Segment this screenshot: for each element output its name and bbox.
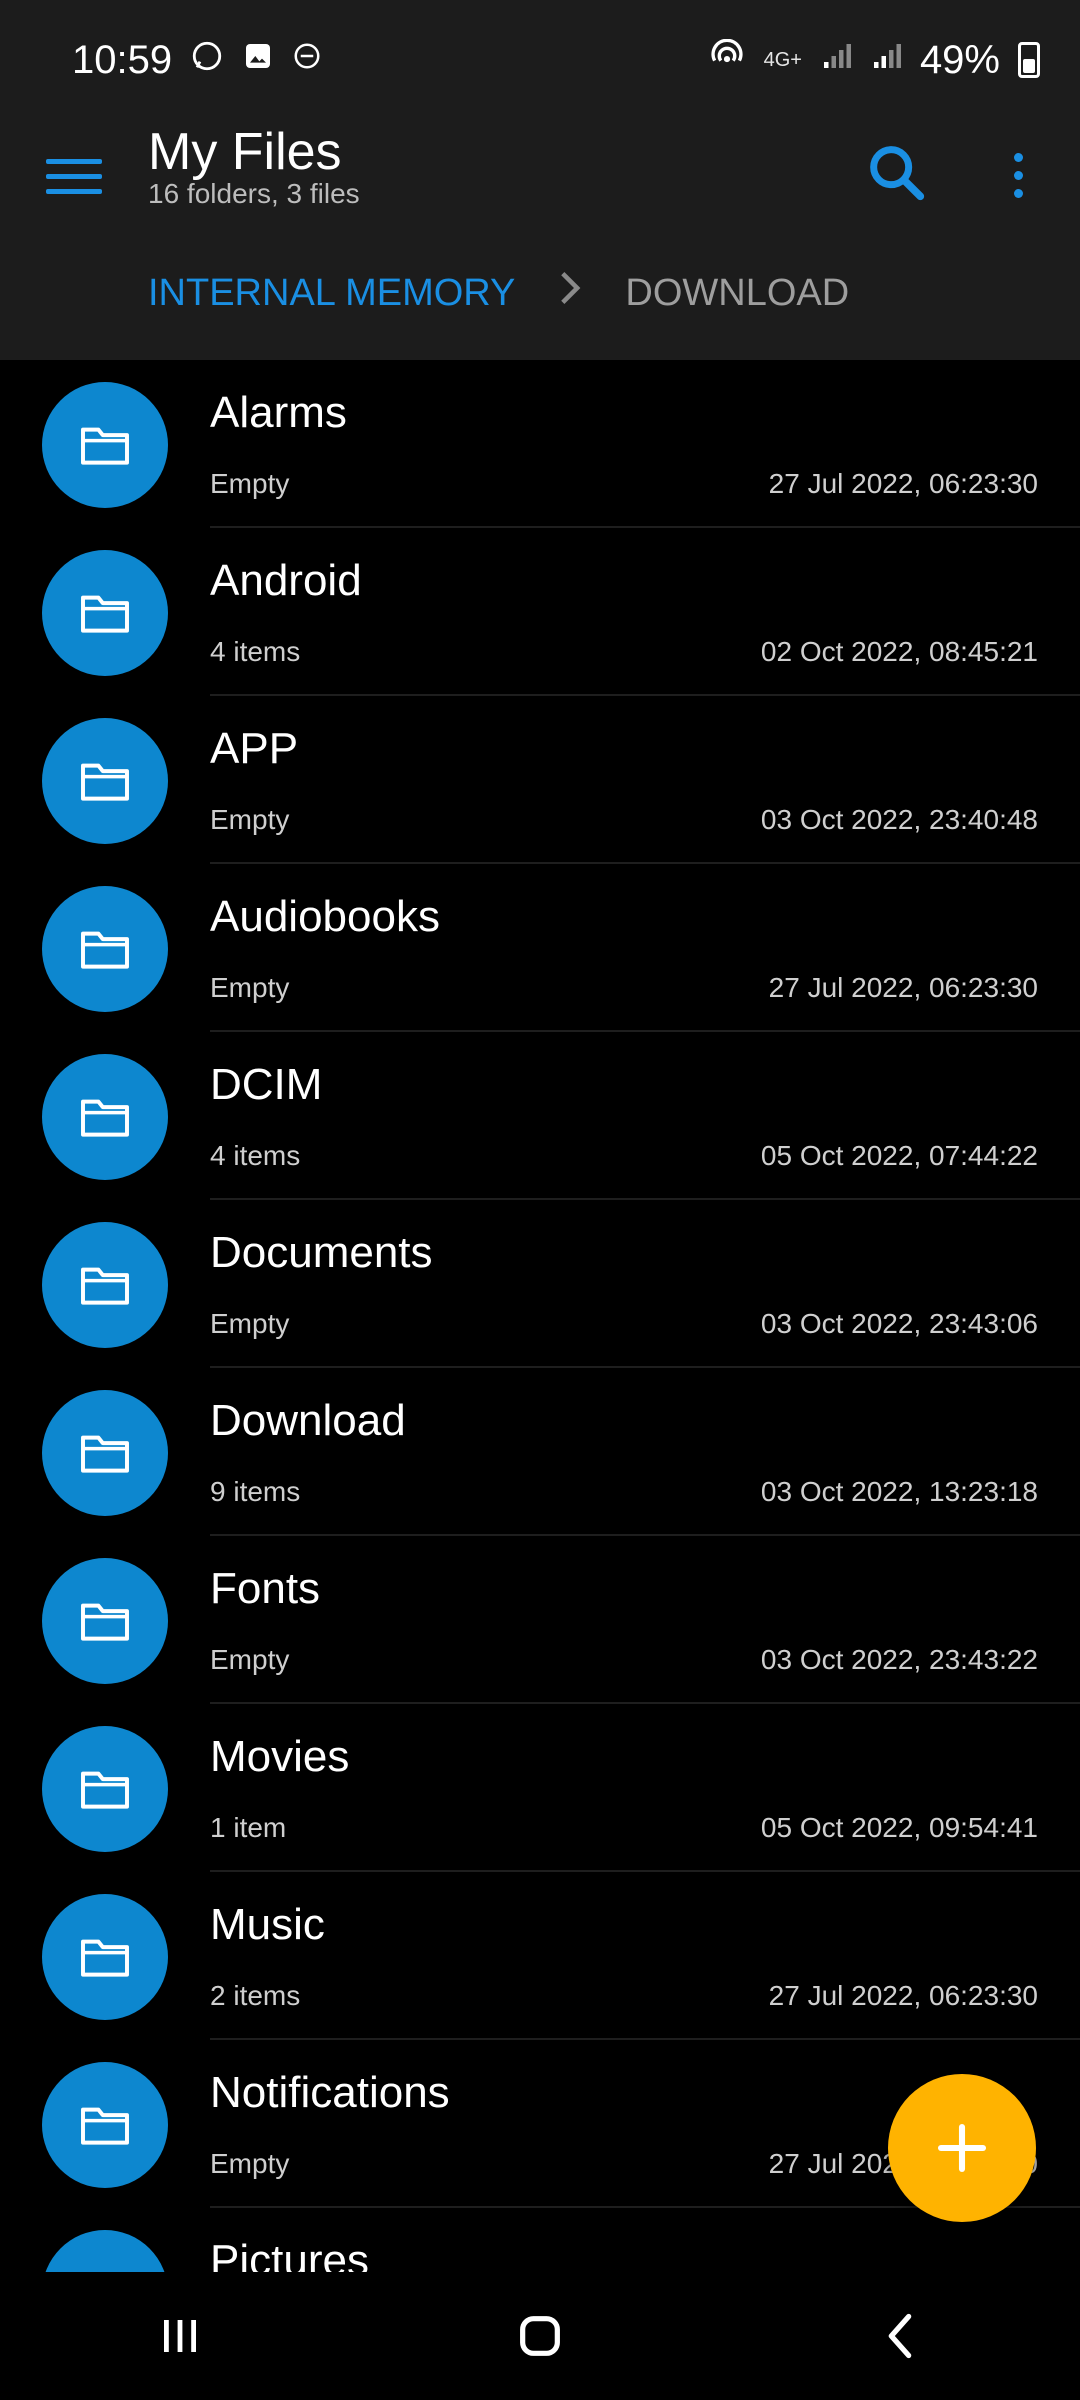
folder-item-count: 4 items: [210, 1140, 301, 1171]
folder-icon: [42, 1222, 168, 1348]
search-icon[interactable]: [862, 138, 932, 208]
folder-name: Pictures: [210, 2236, 369, 2272]
folder-item-count: Empty: [210, 1308, 290, 1339]
folder-item-count: 9 items: [210, 1476, 301, 1507]
folder-modified-date: 03 Oct 2022, 23:43:22: [760, 1644, 1038, 1675]
folder-item-count: Empty: [210, 2148, 290, 2179]
folder-icon: [42, 550, 168, 676]
battery-percent: 49%: [919, 37, 1000, 82]
folder-modified-date: 27 Jul 2022, 06:23:30: [768, 1980, 1038, 2011]
folder-modified-date: 03 Oct 2022, 23:40:48: [760, 804, 1038, 835]
recent-apps-button[interactable]: [120, 2286, 240, 2386]
folder-row[interactable]: Music 2 items 27 Jul 2022, 06:23:30: [0, 1872, 1080, 2040]
folder-name: Notifications: [210, 2068, 450, 2117]
status-bar: 10:59 4G+ 49%: [0, 0, 1080, 120]
folder-icon: [42, 2230, 168, 2272]
folder-name: Documents: [210, 1228, 433, 1277]
folder-icon: [42, 718, 168, 844]
folder-row[interactable]: Download 9 items 03 Oct 2022, 13:23:18: [0, 1368, 1080, 1536]
breadcrumb-current[interactable]: DOWNLOAD: [625, 272, 849, 315]
folder-icon: [42, 886, 168, 1012]
folder-icon: [42, 1726, 168, 1852]
folder-row[interactable]: Android 4 items 02 Oct 2022, 08:45:21: [0, 528, 1080, 696]
network-type-label: 4G+: [763, 48, 802, 71]
do-not-disturb-icon: [292, 41, 322, 80]
folder-modified-date: 03 Oct 2022, 23:43:06: [760, 1308, 1038, 1339]
folder-row[interactable]: APP Empty 03 Oct 2022, 23:40:48: [0, 696, 1080, 864]
folder-name: APP: [210, 724, 299, 773]
folder-modified-date: 05 Oct 2022, 07:44:22: [760, 1140, 1038, 1171]
folder-icon: [42, 1558, 168, 1684]
folder-item-count: 2 items: [210, 1980, 301, 2011]
folder-modified-date: 27 Jul 2022, 06:23:30: [768, 972, 1038, 1003]
folder-row[interactable]: Pictures: [0, 2208, 1080, 2272]
folder-icon: [42, 1054, 168, 1180]
recent-apps-icon: [164, 2320, 196, 2352]
folder-icon: [42, 2062, 168, 2188]
folder-item-count: 1 item: [210, 1812, 287, 1843]
status-left: 10:59: [72, 38, 322, 83]
folder-icon: [42, 382, 168, 508]
gallery-icon: [242, 40, 274, 81]
breadcrumb-root[interactable]: INTERNAL MEMORY: [148, 272, 515, 315]
back-button[interactable]: [840, 2286, 960, 2386]
folder-icon: [42, 1390, 168, 1516]
folder-row[interactable]: Documents Empty 03 Oct 2022, 23:43:06: [0, 1200, 1080, 1368]
home-icon: [520, 2316, 560, 2356]
folder-row[interactable]: Fonts Empty 03 Oct 2022, 23:43:22: [0, 1536, 1080, 1704]
file-list: Alarms Empty 27 Jul 2022, 06:23:30 Android 4…: [0, 360, 1080, 2272]
folder-count-subtitle: 16 folders, 3 files: [148, 178, 360, 209]
folder-item-count: Empty: [210, 1644, 290, 1675]
folder-item-count: Empty: [210, 468, 290, 499]
folder-row[interactable]: Alarms Empty 27 Jul 2022, 06:23:30: [0, 360, 1080, 528]
whatsapp-icon: [190, 39, 224, 82]
signal-icon: [820, 41, 852, 80]
folder-modified-date: 05 Oct 2022, 09:54:41: [760, 1812, 1038, 1843]
folder-row[interactable]: Audiobooks Empty 27 Jul 2022, 06:23:30: [0, 864, 1080, 1032]
folder-name: Music: [210, 1900, 325, 1949]
plus-icon: [937, 2123, 987, 2173]
folder-item-count: 4 items: [210, 636, 301, 667]
folder-modified-date: 03 Oct 2022, 13:23:18: [760, 1476, 1038, 1507]
chevron-right-icon: [559, 270, 581, 316]
back-icon: [888, 2313, 912, 2359]
battery-icon: [1018, 42, 1040, 78]
hotspot-icon: [708, 38, 746, 82]
page-title: My Files: [148, 123, 342, 181]
folder-name: Fonts: [210, 1564, 321, 1613]
folder-modified-date: 27 Jul 2022, 06:23:30: [768, 468, 1038, 499]
navigation-bar: [0, 2272, 1080, 2400]
add-button[interactable]: [888, 2074, 1036, 2222]
status-right: 4G+ 49%: [708, 38, 1040, 83]
menu-icon[interactable]: [46, 146, 102, 206]
folder-row[interactable]: Movies 1 item 05 Oct 2022, 09:54:41: [0, 1704, 1080, 1872]
folder-name: Audiobooks: [210, 892, 440, 941]
folder-row[interactable]: DCIM 4 items 05 Oct 2022, 07:44:22: [0, 1032, 1080, 1200]
folder-item-count: Empty: [210, 804, 290, 835]
folder-modified-date: 02 Oct 2022, 08:45:21: [760, 636, 1038, 667]
folder-item-count: Empty: [210, 972, 290, 1003]
clock: 10:59: [72, 37, 173, 82]
home-button[interactable]: [480, 2286, 600, 2386]
folder-name: Movies: [210, 1732, 350, 1781]
folder-name: Download: [210, 1396, 406, 1445]
folder-icon: [42, 1894, 168, 2020]
more-options-icon[interactable]: [1000, 140, 1036, 210]
folder-name: Alarms: [210, 388, 347, 437]
signal-icon-2: [870, 41, 902, 80]
app-bar: My Files 16 folders, 3 files INTERNAL ME…: [0, 120, 1080, 360]
folder-name: DCIM: [210, 1060, 323, 1109]
breadcrumb: INTERNAL MEMORY DOWNLOAD: [148, 270, 849, 316]
folder-name: Android: [210, 556, 362, 605]
